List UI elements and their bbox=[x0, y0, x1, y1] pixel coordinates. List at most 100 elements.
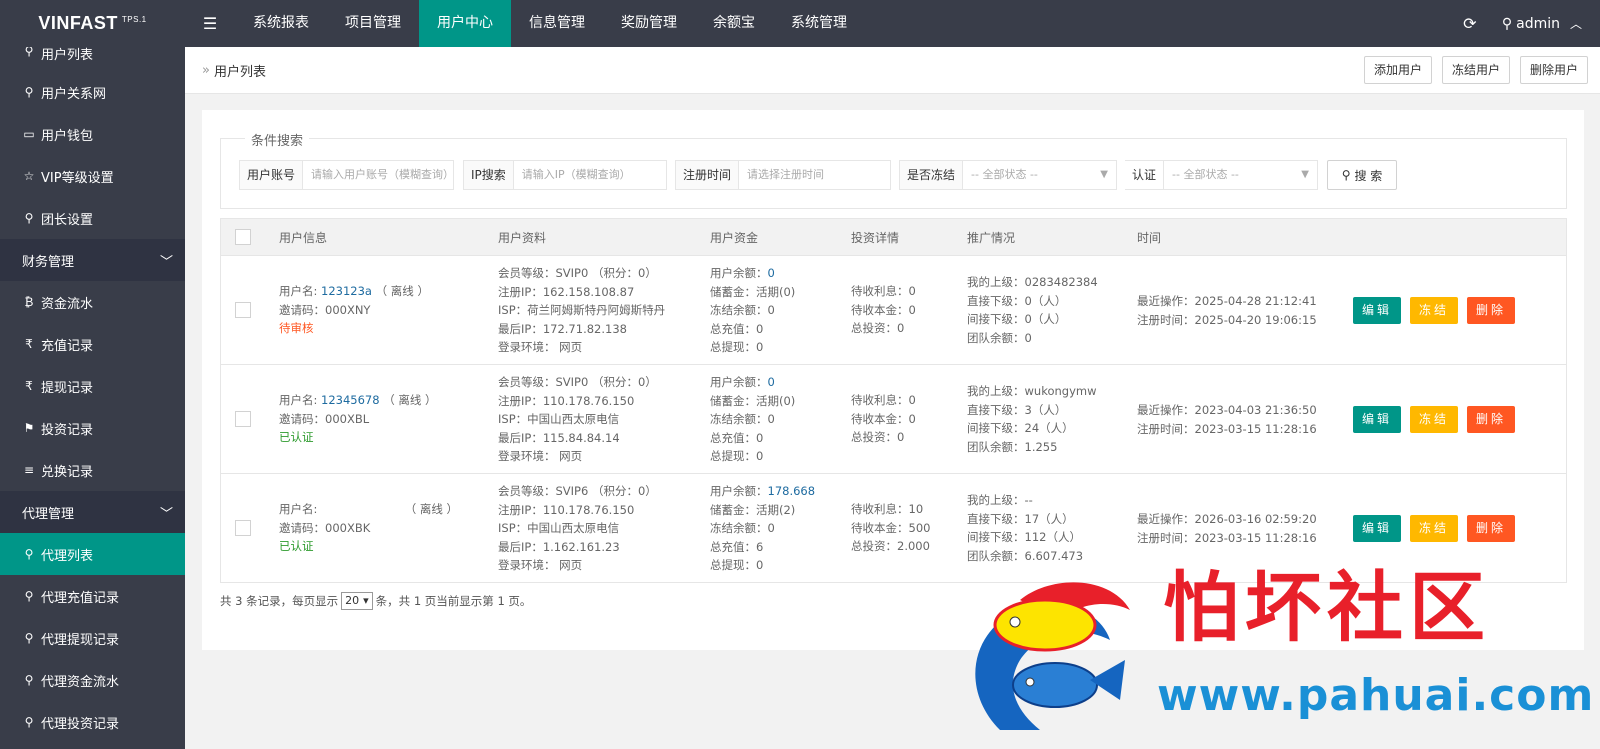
sidebar-item-invest[interactable]: ⚑ 投资记录 bbox=[0, 407, 185, 449]
account-field: 用户账号 请输入用户账号（模糊查询） bbox=[239, 160, 454, 190]
username-link[interactable]: 123123a bbox=[321, 284, 372, 298]
nav-item-yuebao[interactable]: 余额宝 bbox=[695, 0, 773, 47]
table-row: 用户名: 123123a （ 离线 ） 邀请码：000XNY 待审核 会员等级：… bbox=[221, 255, 1566, 364]
sidebar-item-agent-withdraw[interactable]: ⚲ 代理提现记录 bbox=[0, 617, 185, 659]
edit-button[interactable]: 编辑 bbox=[1353, 515, 1402, 542]
nav-item-rewards[interactable]: 奖励管理 bbox=[603, 0, 695, 47]
rupee-icon: ₹ bbox=[25, 379, 33, 393]
sidebar-item-vip-settings[interactable]: ☆ VIP等级设置 bbox=[0, 155, 185, 197]
profile-line: 登录环境： 网页 bbox=[498, 340, 583, 354]
rupee-icon: ₹ bbox=[25, 337, 33, 351]
sidebar-group-label: 财务管理 bbox=[22, 254, 75, 270]
freeze-button[interactable]: 冻结 bbox=[1410, 406, 1459, 433]
funds-line: 冻结余额：0 bbox=[710, 521, 775, 535]
sidebar-group-finance[interactable]: 财务管理 ﹀ bbox=[0, 239, 185, 281]
nav-item-user-center[interactable]: 用户中心 bbox=[419, 0, 511, 47]
sidebar-item-fund-flow[interactable]: ₿ 资金流水 bbox=[0, 281, 185, 323]
wallet-icon: ▭ bbox=[23, 127, 35, 141]
sidebar-item-label: 用户列表 bbox=[41, 48, 94, 63]
ip-input[interactable]: 请输入IP（模糊查询） bbox=[514, 161, 639, 189]
delete-user-button[interactable]: 删除用户 bbox=[1519, 56, 1588, 84]
select-all-checkbox[interactable] bbox=[235, 229, 251, 245]
chevron-down-icon: ﹀ bbox=[159, 506, 173, 522]
sidebar-item-label: 资金流水 bbox=[41, 296, 94, 312]
brand-version: TPS.1 bbox=[121, 15, 147, 24]
table-header: 用户信息 用户资料 用户资金 投资详情 推广情况 时间 bbox=[221, 219, 1566, 255]
user-icon: ⚲ bbox=[24, 715, 34, 729]
delete-button[interactable]: 删除 bbox=[1467, 406, 1516, 433]
fish-logo-icon bbox=[975, 582, 1130, 730]
row-checkbox[interactable] bbox=[235, 302, 251, 318]
auth-select[interactable]: -- 全部状态 -- ▼ bbox=[1163, 161, 1317, 189]
search-button-label: 搜 索 bbox=[1354, 168, 1383, 183]
freeze-user-button[interactable]: 冻结用户 bbox=[1441, 56, 1510, 84]
header-user-profile: 用户资料 bbox=[498, 230, 547, 245]
row-checkbox[interactable] bbox=[235, 411, 251, 427]
profile-line: 注册IP：110.178.76.150 bbox=[498, 393, 635, 408]
nav-item-system[interactable]: 系统管理 bbox=[773, 0, 865, 47]
username-label: 用户名: bbox=[279, 502, 318, 516]
time-line: 最近操作：2026-03-16 02:59:20 bbox=[1137, 512, 1317, 526]
nav-item-projects[interactable]: 项目管理 bbox=[327, 0, 419, 47]
nav-item-info[interactable]: 信息管理 bbox=[511, 0, 603, 47]
edit-button[interactable]: 编辑 bbox=[1353, 406, 1402, 433]
balance-value[interactable]: 0 bbox=[768, 266, 775, 280]
search-button[interactable]: ⚲ 搜 索 bbox=[1327, 160, 1397, 190]
add-user-button[interactable]: 添加用户 bbox=[1363, 56, 1432, 84]
sidebar-item-agent-list[interactable]: ⚲ 代理列表 bbox=[0, 533, 185, 575]
sidebar-item-label: 投资记录 bbox=[41, 422, 94, 438]
time-cell: 最近操作：2026-03-16 02:59:20 注册时间：2023-03-15… bbox=[1137, 510, 1317, 547]
admin-menu[interactable]: ⚲ admin ︿ bbox=[1490, 15, 1600, 32]
sidebar-item-withdraw[interactable]: ₹ 提现记录 bbox=[0, 365, 185, 407]
user-icon: ⚲ bbox=[24, 547, 34, 561]
freeze-button[interactable]: 冻结 bbox=[1410, 297, 1459, 324]
profile-line: ISP：中国山西太原电信 bbox=[498, 412, 620, 426]
username-label: 用户名: bbox=[279, 284, 318, 298]
delete-button[interactable]: 删除 bbox=[1467, 297, 1516, 324]
sidebar-item-user-list[interactable]: ⚲ 用户列表 bbox=[0, 47, 185, 63]
sidebar-item-agent-invest[interactable]: ⚲ 代理投资记录 bbox=[0, 701, 185, 743]
time-line: 注册时间：2025-04-20 19:06:15 bbox=[1137, 312, 1317, 327]
sidebar-item-leader-settings[interactable]: ⚲ 团长设置 bbox=[0, 197, 185, 239]
pagination: 共 3 条记录，每页显示 20 ▾ 条，共 1 页当前显示第 1 页。 bbox=[220, 592, 531, 610]
brand-logo[interactable]: VINFAST TPS.1 bbox=[0, 0, 185, 47]
menu-toggle-icon[interactable]: ☰ bbox=[185, 0, 235, 47]
sidebar-group-agent[interactable]: 代理管理 ﹀ bbox=[0, 491, 185, 533]
refresh-icon[interactable]: ⟳ bbox=[1450, 14, 1490, 33]
profile-line: 注册IP：110.178.76.150 bbox=[498, 502, 635, 517]
sidebar: ⚲ 用户列表 ⚲ 用户关系网 ▭ 用户钱包 ☆ VIP等级设置 ⚲ 团长设置 财务管理 ﹀ … bbox=[0, 47, 185, 749]
delete-button[interactable]: 删除 bbox=[1467, 515, 1516, 542]
nav-item-reports[interactable]: 系统报表 bbox=[235, 0, 327, 47]
profile-line: 最后IP：1.162.161.23 bbox=[498, 539, 620, 554]
user-table: 用户信息 用户资料 用户资金 投资详情 推广情况 时间 用户名: 123123a… bbox=[220, 218, 1567, 583]
row-checkbox[interactable] bbox=[235, 520, 251, 536]
edit-button[interactable]: 编辑 bbox=[1353, 297, 1402, 324]
sidebar-item-exchange[interactable]: ≡ 兑换记录 bbox=[0, 449, 185, 491]
promo-line: 我的上级：wukongymw bbox=[967, 384, 1097, 398]
pager-suffix: 条，共 1 页当前显示第 1 页。 bbox=[375, 594, 532, 608]
regtime-input[interactable]: 请选择注册时间 bbox=[739, 161, 832, 189]
balance-value[interactable]: 0 bbox=[768, 375, 775, 389]
account-input[interactable]: 请输入用户账号（模糊查询） bbox=[303, 161, 462, 189]
sidebar-item-agent-fund-flow[interactable]: ⚲ 代理资金流水 bbox=[0, 659, 185, 701]
promo-line: 我的上级：0283482384 bbox=[967, 275, 1098, 289]
sidebar-item-user-network[interactable]: ⚲ 用户关系网 bbox=[0, 71, 185, 113]
sidebar-item-recharge[interactable]: ₹ 充值记录 bbox=[0, 323, 185, 365]
username-link[interactable]: 12345678 bbox=[321, 393, 380, 407]
sidebar-group-label: 代理管理 bbox=[22, 506, 75, 522]
flag-icon: ⚑ bbox=[23, 421, 35, 435]
auth-field: 认证 -- 全部状态 -- ▼ bbox=[1125, 160, 1318, 190]
invite-code: 邀请码：000XBK bbox=[279, 520, 371, 535]
balance-value[interactable]: 178.668 bbox=[768, 484, 816, 498]
sidebar-item-user-wallet[interactable]: ▭ 用户钱包 bbox=[0, 113, 185, 155]
funds-line: 总充值：0 bbox=[710, 430, 764, 445]
frozen-select[interactable]: -- 全部状态 -- ▼ bbox=[963, 161, 1116, 189]
freeze-button[interactable]: 冻结 bbox=[1410, 515, 1459, 542]
frozen-label: 是否冻结 bbox=[900, 161, 964, 189]
user-info-cell: 用户名: 12345678 （ 离线 ） 邀请码：000XBL 已认证 bbox=[279, 391, 437, 447]
users-icon: ⚲ bbox=[24, 85, 34, 99]
sidebar-item-agent-recharge[interactable]: ⚲ 代理充值记录 bbox=[0, 575, 185, 617]
funds-line: 冻结余额：0 bbox=[710, 412, 775, 426]
per-page-select[interactable]: 20 ▾ bbox=[341, 592, 373, 610]
breadcrumb: » 用户列表 bbox=[202, 61, 266, 80]
